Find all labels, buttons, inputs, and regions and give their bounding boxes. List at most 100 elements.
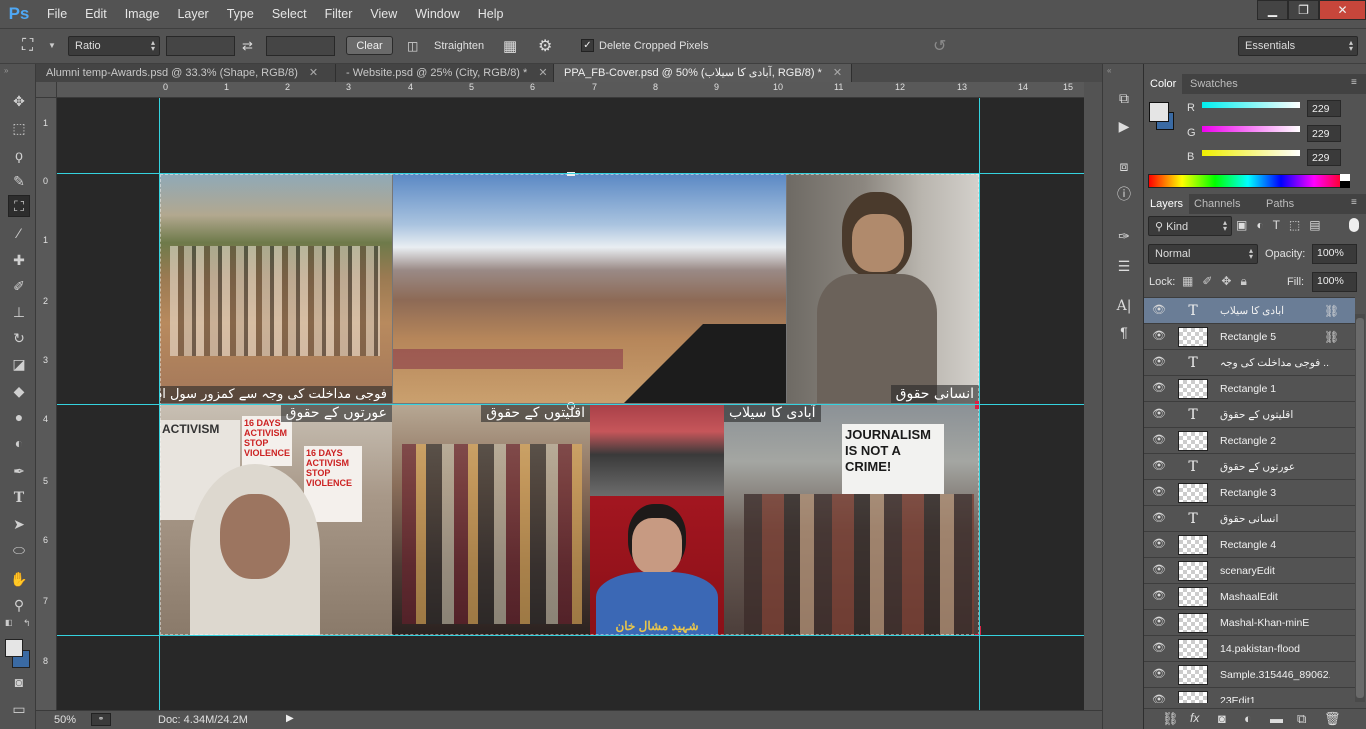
eraser-tool-icon[interactable]: ◪ xyxy=(8,353,30,375)
layers-scrollbar[interactable] xyxy=(1355,314,1365,702)
add-mask-icon[interactable]: ◙ xyxy=(1218,711,1226,726)
status-icon[interactable]: ⚭ xyxy=(91,713,111,726)
crop-tool-icon[interactable]: ⛶ xyxy=(8,195,30,217)
tab-color[interactable]: Color xyxy=(1144,74,1183,94)
layer-row[interactable]: 👁︎ Rectangle 1 xyxy=(1144,376,1355,402)
layer-row[interactable]: 👁︎ Mashal-Khan-minE xyxy=(1144,610,1355,636)
guide-horizontal[interactable] xyxy=(57,404,1084,405)
history-panel-icon[interactable]: ⧉ xyxy=(1113,88,1135,108)
ratio-width-field[interactable] xyxy=(166,36,235,56)
healing-brush-tool-icon[interactable]: ✚ xyxy=(8,249,30,271)
color-spectrum[interactable] xyxy=(1148,174,1348,188)
guide-horizontal[interactable] xyxy=(57,173,1084,174)
lock-icons[interactable]: ▦✐✥🔒︎ xyxy=(1182,274,1256,289)
paragraph-panel-icon[interactable]: ¶ xyxy=(1113,322,1135,342)
layer-row[interactable]: 👁︎ T آبادی کا سیلاب ⛓ xyxy=(1144,298,1355,324)
character-panel-icon[interactable]: A| xyxy=(1113,296,1135,316)
close-window-button[interactable]: ✕ xyxy=(1319,0,1366,20)
vertical-ruler[interactable]: 1 0 1 2 3 4 5 6 7 8 xyxy=(36,98,57,710)
guide-vertical[interactable] xyxy=(159,98,160,710)
brush-presets-icon[interactable]: ☰ xyxy=(1113,256,1135,276)
eye-icon[interactable]: 👁︎ xyxy=(1152,305,1166,316)
panel-menu-icon[interactable]: ≡ xyxy=(1351,197,1357,208)
adjustment-layer-icon[interactable]: ◐ xyxy=(1244,711,1252,726)
g-value[interactable]: 229 xyxy=(1307,125,1341,142)
layer-row[interactable]: 👁︎ scenaryEdit xyxy=(1144,558,1355,584)
horizontal-ruler[interactable]: 0 1 2 3 4 5 6 7 8 9 10 11 12 13 14 15 xyxy=(57,82,1084,98)
tab-ppa-fb-cover[interactable]: PPA_FB-Cover.psd @ 50% (آبادی کا سیلاب, … xyxy=(554,64,852,82)
eye-icon[interactable]: 👁︎ xyxy=(1152,695,1166,704)
straighten-button[interactable]: Straighten xyxy=(434,40,484,52)
screen-mode-icon[interactable]: ▭ xyxy=(8,698,30,720)
workspace-select[interactable]: Essentials ▴ ▾ xyxy=(1238,36,1358,56)
menu-help[interactable]: Help xyxy=(469,0,513,28)
gear-icon[interactable]: ⚙ xyxy=(538,36,552,56)
info-panel-icon[interactable]: ⓘ xyxy=(1113,184,1135,204)
layer-row[interactable]: 👁︎ 23Edit1 xyxy=(1144,688,1355,703)
eye-icon[interactable]: 👁︎ xyxy=(1152,461,1166,472)
scrollbar-thumb[interactable] xyxy=(1356,318,1364,698)
guide-vertical[interactable] xyxy=(979,98,980,710)
link-layers-icon[interactable]: ⛓ xyxy=(1162,711,1179,727)
eye-icon[interactable]: 👁︎ xyxy=(1152,617,1166,628)
menu-image[interactable]: Image xyxy=(116,0,169,28)
layer-row[interactable]: 👁︎ T عورتوں کے حقوق xyxy=(1144,454,1355,480)
lasso-tool-icon[interactable]: ϙ xyxy=(8,144,30,166)
paint-bucket-tool-icon[interactable]: ◆ xyxy=(8,380,30,402)
ratio-select[interactable]: Ratio ▴ ▾ xyxy=(68,36,160,56)
menu-view[interactable]: View xyxy=(361,0,406,28)
default-colors-icon[interactable]: ◧ xyxy=(5,618,13,627)
layer-row[interactable]: 👁︎ 14.pakistan-flood xyxy=(1144,636,1355,662)
menu-layer[interactable]: Layer xyxy=(168,0,217,28)
reset-icon[interactable]: ↺ xyxy=(933,36,946,56)
type-tool-icon[interactable]: T xyxy=(8,487,30,509)
eye-icon[interactable]: 👁︎ xyxy=(1152,331,1166,342)
tab-channels[interactable]: Channels xyxy=(1188,194,1246,214)
crop-tool-icon[interactable]: ⛶ xyxy=(22,37,33,55)
layer-row[interactable]: 👁︎ T اقلیتوں کے حقوق xyxy=(1144,402,1355,428)
ruler-origin[interactable] xyxy=(36,82,57,98)
history-brush-tool-icon[interactable]: ↻ xyxy=(8,327,30,349)
new-group-icon[interactable]: ▬ xyxy=(1270,711,1283,726)
eye-icon[interactable]: 👁︎ xyxy=(1152,409,1166,420)
tab-swatches[interactable]: Swatches xyxy=(1184,74,1244,94)
swap-icon[interactable]: ⇄ xyxy=(242,38,253,54)
restore-button[interactable]: ❐ xyxy=(1288,0,1319,20)
menu-edit[interactable]: Edit xyxy=(76,0,116,28)
panel-menu-icon[interactable]: ≡ xyxy=(1351,77,1357,88)
menu-window[interactable]: Window xyxy=(406,0,468,28)
eye-icon[interactable]: 👁︎ xyxy=(1152,539,1166,550)
fx-icon[interactable]: fx xyxy=(1190,711,1199,725)
status-menu-arrow-icon[interactable]: ▶ xyxy=(286,713,294,724)
fill-value[interactable]: 100% xyxy=(1312,272,1357,292)
b-value[interactable]: 229 xyxy=(1307,149,1341,166)
menu-select[interactable]: Select xyxy=(263,0,316,28)
blur-tool-icon[interactable]: ● xyxy=(8,406,30,428)
eye-icon[interactable]: 👁︎ xyxy=(1152,487,1166,498)
r-slider[interactable] xyxy=(1202,102,1300,108)
adjustments-panel-icon[interactable]: ⧈ xyxy=(1113,156,1135,176)
kind-filter-select[interactable]: ⚲ Kind ▴ ▾ xyxy=(1148,216,1232,236)
eyedropper-tool-icon[interactable]: ⁄ xyxy=(8,222,30,244)
minimize-button[interactable]: ▁ xyxy=(1257,0,1288,20)
close-icon[interactable]: ✕ xyxy=(538,67,547,79)
hand-tool-icon[interactable]: ✋ xyxy=(8,568,30,590)
eye-icon[interactable]: 👁︎ xyxy=(1152,435,1166,446)
zoom-tool-icon[interactable]: ⚲ xyxy=(8,594,30,616)
g-slider[interactable] xyxy=(1202,126,1300,132)
brush-panel-icon[interactable]: ✑ xyxy=(1113,226,1135,246)
menu-file[interactable]: File xyxy=(38,0,76,28)
r-value[interactable]: 229 xyxy=(1307,100,1341,117)
eye-icon[interactable]: 👁︎ xyxy=(1152,357,1166,368)
ellipse-tool-icon[interactable]: ⬭ xyxy=(8,539,30,561)
layer-row[interactable]: 👁︎ Rectangle 4 xyxy=(1144,532,1355,558)
brush-tool-icon[interactable]: ✐ xyxy=(8,275,30,297)
menu-filter[interactable]: Filter xyxy=(316,0,362,28)
delete-layer-icon[interactable]: 🗑︎ xyxy=(1324,711,1341,727)
layer-row[interactable]: 👁︎ MashaalEdit xyxy=(1144,584,1355,610)
layer-row[interactable]: 👁︎ Rectangle 3 xyxy=(1144,480,1355,506)
quick-selection-tool-icon[interactable]: ✎ xyxy=(8,170,30,192)
pen-tool-icon[interactable]: ✒ xyxy=(8,460,30,482)
layer-row[interactable]: 👁︎ Sample.315446_89062... xyxy=(1144,662,1355,688)
zoom-level[interactable]: 50% xyxy=(54,714,76,726)
